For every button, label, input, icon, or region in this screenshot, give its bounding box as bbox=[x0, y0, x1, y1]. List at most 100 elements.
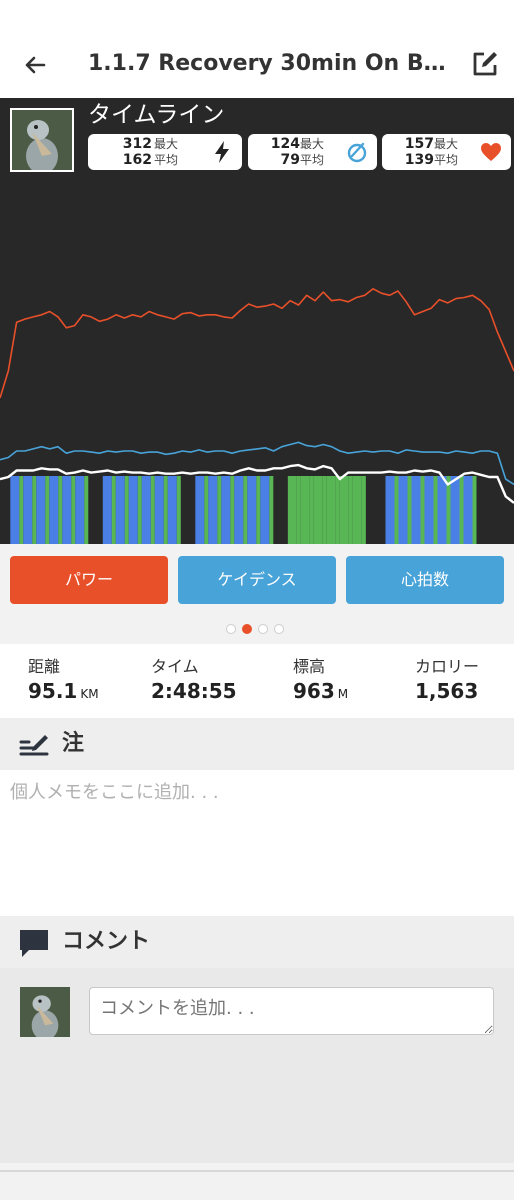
page-indicator[interactable] bbox=[226, 624, 288, 636]
distance-value: 95.1 bbox=[28, 679, 78, 703]
cadence-max: 124 bbox=[270, 136, 300, 152]
interval-gap bbox=[394, 476, 399, 544]
interval-gap bbox=[137, 476, 142, 544]
interval-bar bbox=[234, 476, 244, 544]
interval-gap bbox=[433, 476, 438, 544]
page-dot[interactable] bbox=[274, 624, 284, 634]
comments-title: コメント bbox=[62, 929, 151, 954]
notes-title: 注 bbox=[62, 731, 85, 756]
interval-gap bbox=[348, 476, 353, 544]
top-bar: 1.1.7 Recovery 30min On B... bbox=[0, 0, 514, 98]
interval-gap bbox=[84, 476, 89, 544]
avg-label: 平均 bbox=[300, 153, 325, 167]
distance-metric: 距離 95.1 KM bbox=[28, 656, 99, 707]
page-dot[interactable] bbox=[226, 624, 236, 634]
interval-gap bbox=[111, 476, 116, 544]
interval-bar bbox=[49, 476, 59, 544]
interval-gap bbox=[361, 476, 366, 544]
avg-label: 平均 bbox=[434, 153, 459, 167]
calories-label: カロリー bbox=[415, 657, 480, 676]
notes-area[interactable]: 個人メモをここに追加. . . bbox=[0, 770, 514, 916]
interval-bar bbox=[424, 476, 434, 544]
interval-bar bbox=[313, 476, 323, 544]
notes-placeholder[interactable]: 個人メモをここに追加. . . bbox=[10, 780, 219, 806]
interval-bar bbox=[195, 476, 205, 544]
interval-gap bbox=[446, 476, 451, 544]
interval-gap bbox=[163, 476, 168, 544]
interval-gap bbox=[243, 476, 248, 544]
interval-bar bbox=[339, 476, 349, 544]
heart-stat: 157 139 最大 平均 bbox=[382, 134, 511, 170]
comment-input[interactable] bbox=[89, 987, 494, 1035]
avg-label: 平均 bbox=[154, 153, 179, 167]
timeline-panel: タイムライン 312 162 最大 平均 124 79 最大 平均 157 139 最大平… bbox=[0, 98, 514, 544]
interval-bar bbox=[128, 476, 138, 544]
interval-gap bbox=[19, 476, 24, 544]
interval-bar bbox=[450, 476, 460, 544]
interval-gap bbox=[407, 476, 412, 544]
time-label: タイム bbox=[151, 657, 199, 676]
interval-bar bbox=[287, 476, 297, 544]
power-button[interactable]: パワー bbox=[10, 556, 168, 604]
interval-bar bbox=[208, 476, 218, 544]
bird-photo-icon bbox=[20, 987, 70, 1037]
page-dot-active[interactable] bbox=[242, 624, 252, 634]
interval-bar bbox=[141, 476, 151, 544]
distance-unit: KM bbox=[80, 687, 99, 701]
notes-header: 注 bbox=[0, 718, 514, 770]
interval-bar bbox=[36, 476, 46, 544]
max-label: 最大 bbox=[434, 137, 459, 151]
edit-icon[interactable] bbox=[468, 47, 502, 81]
arrow-left-icon[interactable] bbox=[18, 48, 52, 82]
comment-bubble-icon bbox=[20, 930, 48, 957]
max-label: 最大 bbox=[300, 137, 325, 151]
interval-bar bbox=[102, 476, 112, 544]
cadence-stat: 124 79 最大平均 bbox=[248, 134, 377, 170]
interval-gap bbox=[204, 476, 209, 544]
interval-bar bbox=[411, 476, 421, 544]
cadence-button[interactable]: ケイデンス bbox=[178, 556, 336, 604]
max-label: 最大 bbox=[154, 137, 179, 151]
lightning-icon bbox=[215, 141, 229, 163]
heart-avg: 139 bbox=[404, 152, 434, 168]
interval-gap bbox=[256, 476, 261, 544]
elevation-value: 963 bbox=[293, 679, 335, 703]
avatar[interactable] bbox=[10, 108, 74, 172]
interval-gap bbox=[217, 476, 222, 544]
bird-photo-icon bbox=[12, 110, 72, 170]
interval-gap bbox=[45, 476, 50, 544]
interval-bar bbox=[75, 476, 85, 544]
interval-bar bbox=[23, 476, 33, 544]
power-stat: 312 162 最大 平均 bbox=[88, 134, 242, 170]
interval-gap bbox=[472, 476, 477, 544]
interval-gap bbox=[459, 476, 464, 544]
interval-bar bbox=[167, 476, 177, 544]
interval-bar bbox=[385, 476, 395, 544]
heart-rate-button[interactable]: 心拍数 bbox=[346, 556, 504, 604]
comments-area bbox=[0, 968, 514, 1163]
interval-gap bbox=[309, 476, 314, 544]
interval-bar bbox=[398, 476, 408, 544]
divider bbox=[0, 1170, 514, 1172]
interval-gap bbox=[124, 476, 129, 544]
page-dot[interactable] bbox=[258, 624, 268, 634]
interval-bar bbox=[221, 476, 231, 544]
elevation-metric: 標高 963 M bbox=[293, 656, 348, 707]
interval-bar bbox=[260, 476, 270, 544]
power-max: 312 bbox=[122, 136, 152, 152]
interval-bar bbox=[463, 476, 473, 544]
interval-gap bbox=[322, 476, 327, 544]
calories-metric: カロリー 1,563 bbox=[415, 656, 479, 704]
interval-gap bbox=[150, 476, 155, 544]
cadence-avg: 79 bbox=[280, 152, 300, 168]
interval-gap bbox=[269, 476, 274, 544]
note-pen-icon bbox=[19, 735, 49, 756]
interval-bar bbox=[300, 476, 310, 544]
interval-gap bbox=[71, 476, 76, 544]
activity-title: 1.1.7 Recovery 30min On B... bbox=[88, 51, 448, 76]
interval-bar bbox=[326, 476, 336, 544]
time-value: 2:48:55 bbox=[151, 679, 237, 703]
interval-bar bbox=[62, 476, 72, 544]
cadence-icon bbox=[347, 142, 367, 163]
interval-bar bbox=[437, 476, 447, 544]
